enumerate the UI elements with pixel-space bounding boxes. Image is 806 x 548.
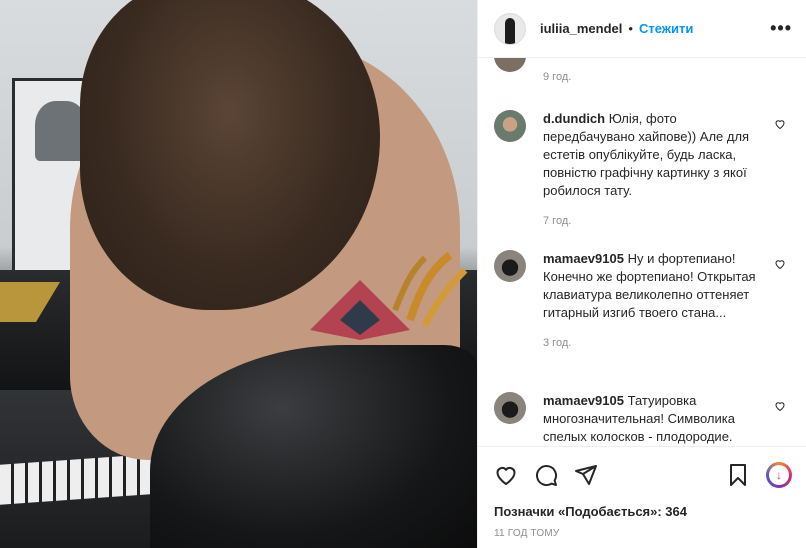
heart-icon[interactable] [774,118,786,130]
instagram-badge-icon[interactable]: ↓ [766,461,792,488]
tattoo-graphic [310,251,468,340]
post-photo[interactable] [0,0,477,548]
header-separator: • [628,21,633,36]
post-timestamp: 11 ГОД ТОМУ [494,528,560,539]
likes-count[interactable]: Позначки «Подобається»: 364 [478,502,806,522]
avatar[interactable] [494,250,526,282]
comment-username[interactable]: mamaev9105 [543,393,624,408]
side-panel: iuliia_mendel • Стежити ••• 9 год. d.dun… [477,0,806,548]
bookmark-icon[interactable] [726,463,750,487]
heart-icon[interactable] [494,463,518,487]
comment-username[interactable]: d.dundich [543,111,605,126]
follow-button[interactable]: Стежити [639,21,693,36]
comment-time: 3 год. [543,337,572,349]
post-header: iuliia_mendel • Стежити ••• [478,0,806,58]
author-avatar[interactable] [494,12,526,45]
share-icon[interactable] [574,463,598,487]
avatar[interactable] [494,58,526,72]
list-item: d.dundich Юлія, фото передбачувано хайпо… [494,110,794,230]
comment-time: 9 год. [543,71,572,83]
comments-list[interactable]: 9 год. d.dundich Юлія, фото передбачуван… [478,58,806,446]
avatar[interactable] [494,392,526,424]
comment-time: 7 год. [543,215,572,227]
avatar[interactable] [494,110,526,142]
more-options-icon[interactable]: ••• [770,18,792,39]
list-item: mamaev9105 Татуировка многозначительная!… [494,392,794,446]
author-username[interactable]: iuliia_mendel [540,21,622,36]
list-item: mamaev9105 Ну и фортепиано! Конечно же ф… [494,250,794,352]
comment-icon[interactable] [534,463,558,487]
post-actions: ↓ [478,446,806,502]
comment-username[interactable]: mamaev9105 [543,251,624,266]
heart-icon[interactable] [774,400,786,412]
heart-icon[interactable] [774,258,786,270]
